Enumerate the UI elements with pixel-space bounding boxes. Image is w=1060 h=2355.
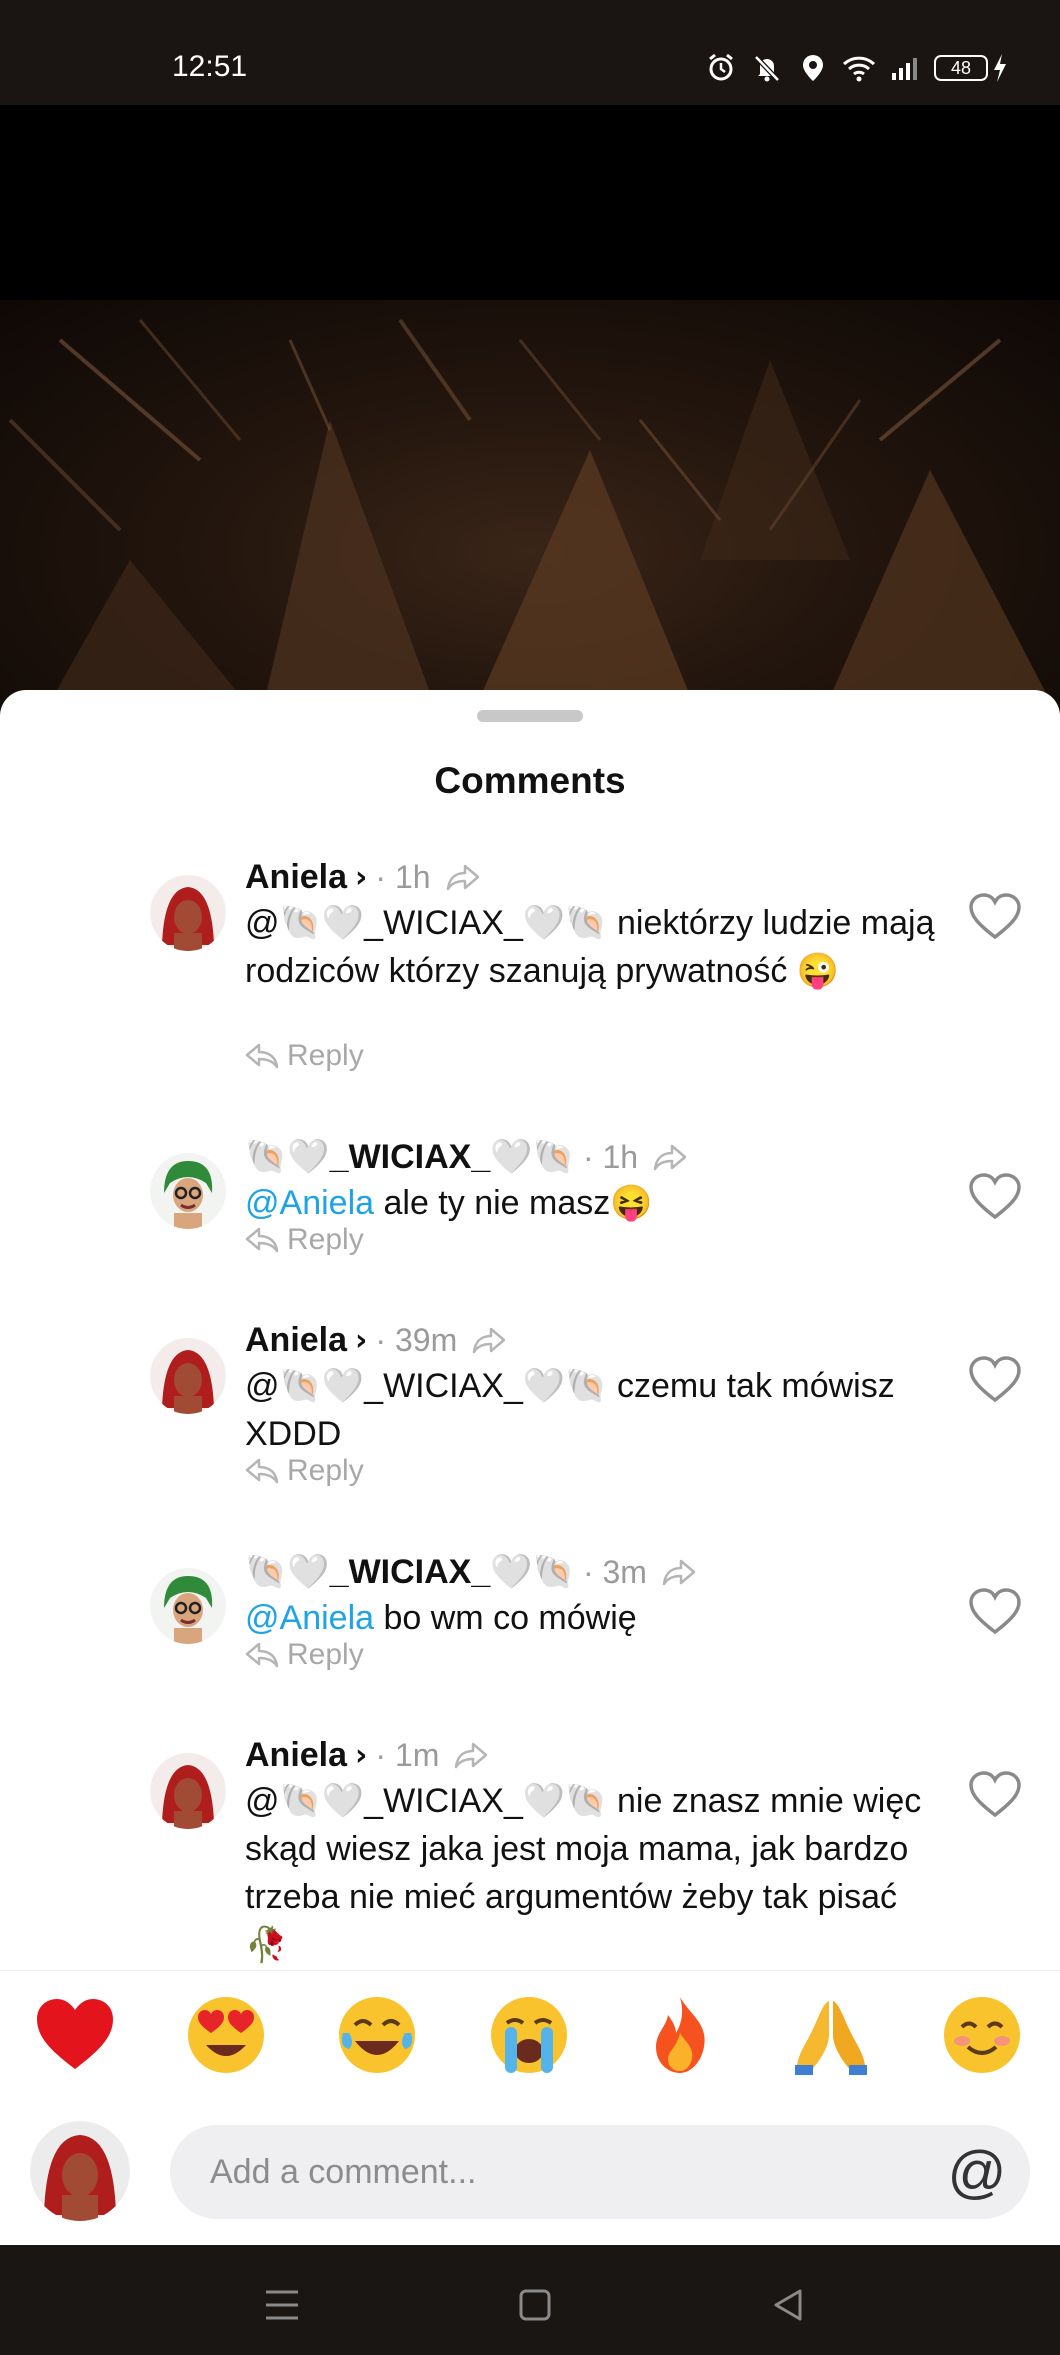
- comment-composer: @: [0, 2085, 1060, 2245]
- comment-time-value: 1m: [394, 1736, 440, 1773]
- status-bar: 12:51 48: [0, 0, 1060, 105]
- status-icons: 48: [704, 52, 1008, 84]
- reply-label: Reply: [287, 1454, 364, 1487]
- comment-time: · 1m: [375, 1736, 440, 1773]
- sheet-grabber[interactable]: [477, 710, 583, 722]
- my-avatar[interactable]: [30, 2121, 130, 2221]
- comment-username[interactable]: Aniela: [245, 1736, 347, 1775]
- like-heart-icon[interactable]: [968, 893, 1022, 941]
- reply-icon: [245, 1642, 279, 1668]
- chevron-right-icon: ›: [355, 859, 368, 895]
- mention-link[interactable]: @Aniela: [245, 1599, 374, 1637]
- system-nav-bar: [0, 2245, 1060, 2355]
- share-icon[interactable]: [453, 1740, 489, 1770]
- alarm-icon: [704, 52, 738, 84]
- reaction-pray[interactable]: [789, 1993, 873, 2077]
- comment-text-rest: bo wm co mówię: [374, 1599, 637, 1637]
- reaction-heart-eyes[interactable]: [184, 1993, 268, 2077]
- comments-sheet: Comments Aniela › · 1h @🐚🤍_WICIAX_🤍🐚 nie…: [0, 690, 1060, 1970]
- share-icon[interactable]: [445, 862, 481, 892]
- reaction-smile[interactable]: [940, 1993, 1024, 2077]
- comment-time-value: 39m: [394, 1321, 458, 1358]
- comment-text: @🐚🤍_WICIAX_🤍🐚 niektórzy ludzie mają rodz…: [245, 904, 935, 990]
- like-heart-icon[interactable]: [968, 1173, 1022, 1221]
- reaction-crying[interactable]: [487, 1993, 571, 2077]
- reaction-laughing[interactable]: [335, 1993, 419, 2077]
- comment-text: @Aniela ale ty nie masz😝: [245, 1179, 945, 1227]
- reply-icon: [245, 1043, 279, 1069]
- back-button[interactable]: [758, 2275, 818, 2335]
- comment-text: @Aniela bo wm co mówię: [245, 1594, 945, 1642]
- avatar[interactable]: [150, 1568, 226, 1644]
- comment-time-value: 1h: [394, 858, 431, 895]
- like-heart-icon[interactable]: [968, 1771, 1022, 1819]
- home-square-icon: [519, 2289, 551, 2321]
- reply-button[interactable]: Reply: [245, 1638, 364, 1672]
- share-icon[interactable]: [661, 1557, 697, 1587]
- comment-time-value: 1h: [602, 1138, 639, 1175]
- avatar[interactable]: [150, 875, 226, 951]
- reply-label: Reply: [287, 1638, 364, 1671]
- video-frame: [0, 300, 1060, 705]
- share-icon[interactable]: [652, 1142, 688, 1172]
- comment-time: · 1h: [582, 1138, 639, 1175]
- chevron-right-icon: ›: [355, 1322, 368, 1358]
- charging-icon: [994, 54, 1006, 82]
- reply-button[interactable]: Reply: [245, 1454, 364, 1488]
- signal-icon: [888, 52, 922, 84]
- like-heart-icon[interactable]: [968, 1356, 1022, 1404]
- mute-icon: [750, 52, 784, 84]
- share-icon[interactable]: [471, 1325, 507, 1355]
- avatar[interactable]: [150, 1753, 226, 1829]
- avatar[interactable]: [150, 1153, 226, 1229]
- reply-label: Reply: [287, 1039, 364, 1072]
- reply-button[interactable]: Reply: [245, 1223, 364, 1257]
- like-heart-icon[interactable]: [968, 1588, 1022, 1636]
- comment-time-value: 3m: [602, 1553, 647, 1590]
- chevron-right-icon: ›: [355, 1737, 368, 1773]
- reply-icon: [245, 1458, 279, 1484]
- mention-at-button[interactable]: @: [944, 2139, 1010, 2205]
- video-background[interactable]: [0, 105, 1060, 705]
- menu-icon: [266, 2290, 298, 2320]
- back-triangle-icon: [774, 2289, 802, 2321]
- comment-username[interactable]: Aniela: [245, 1321, 347, 1360]
- sheet-title: Comments: [434, 760, 626, 801]
- comment-text: @🐚🤍_WICIAX_🤍🐚 nie znasz mnie więc skąd w…: [245, 1782, 922, 1964]
- reply-button[interactable]: Reply: [245, 1039, 364, 1073]
- comment-username[interactable]: Aniela: [245, 858, 347, 897]
- status-time: 12:51: [172, 50, 248, 83]
- comment-time: · 3m: [582, 1553, 647, 1590]
- quick-reactions-bar: [0, 1970, 1060, 2085]
- comment-input[interactable]: [170, 2125, 1030, 2219]
- avatar[interactable]: [150, 1338, 226, 1414]
- battery-icon: 48: [934, 53, 1008, 83]
- recent-apps-button[interactable]: [252, 2275, 312, 2335]
- wifi-icon: [842, 52, 876, 84]
- comment-time: · 39m: [375, 1321, 458, 1358]
- comment-username[interactable]: 🐚🤍_WICIAX_🤍🐚: [245, 1137, 575, 1177]
- reaction-fire[interactable]: [638, 1993, 722, 2077]
- mention-link[interactable]: @Aniela: [245, 1184, 374, 1222]
- location-icon: [796, 52, 830, 84]
- comment-username[interactable]: 🐚🤍_WICIAX_🤍🐚: [245, 1552, 575, 1592]
- comment-text: @🐚🤍_WICIAX_🤍🐚 czemu tak mówisz XDDD: [245, 1367, 895, 1453]
- comment-text-rest: ale ty nie masz😝: [374, 1184, 653, 1222]
- comment-time: · 1h: [375, 858, 431, 895]
- home-button[interactable]: [505, 2275, 565, 2335]
- reply-icon: [245, 1227, 279, 1253]
- reply-label: Reply: [287, 1223, 364, 1256]
- battery-level: 48: [934, 55, 988, 81]
- reaction-heart[interactable]: [33, 1993, 117, 2077]
